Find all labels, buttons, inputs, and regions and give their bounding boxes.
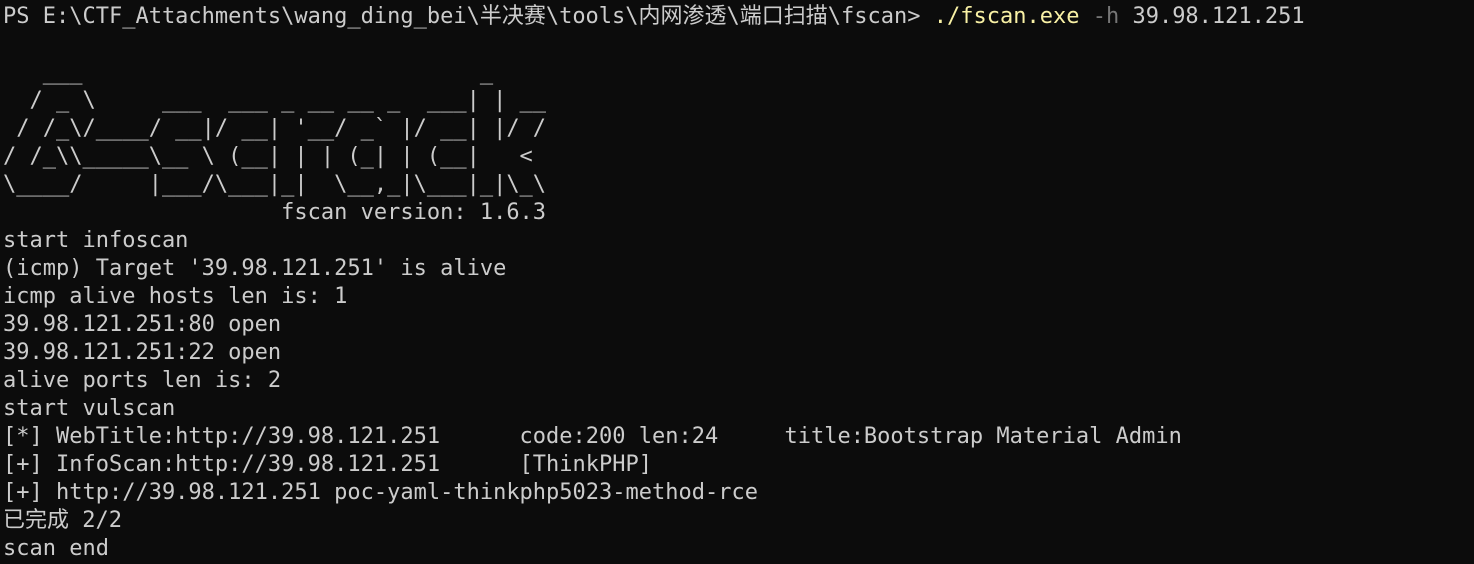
output-line: [+] InfoScan:http://39.98.121.251 [Think… — [3, 452, 653, 477]
banner-line: \____/ |___/\___|_| \__,_|\___|_|\_\ — [3, 172, 547, 197]
command-flag: -h — [1092, 4, 1120, 29]
output-line: start vulscan — [3, 396, 176, 421]
banner-line: / /_\/____/ __|/ __| '__/ _` |/ __| |/ / — [3, 116, 547, 141]
ascii-banner: ___ _ / _ \ ___ ___ _ __ __ _ ___| | __ … — [3, 59, 1474, 227]
banner-line: / /_\\_____\__ \ (__| | | (_| | (__| < — [3, 144, 533, 169]
output-line: (icmp) Target '39.98.121.251' is alive — [3, 256, 507, 281]
banner-line: / _ \ ___ ___ _ __ __ _ ___| | __ — [3, 88, 547, 113]
output-line: 39.98.121.251:22 open — [3, 340, 282, 365]
output-line: [+] http://39.98.121.251 poc-yaml-thinkp… — [3, 480, 758, 505]
terminal-window[interactable]: PS E:\CTF_Attachments\wang_ding_bei\半决赛\… — [0, 0, 1474, 564]
output-line: 39.98.121.251:80 open — [3, 312, 282, 337]
scan-output: start infoscan (icmp) Target '39.98.121.… — [3, 227, 1474, 563]
output-line: start infoscan — [3, 228, 189, 253]
output-line: icmp alive hosts len is: 1 — [3, 284, 348, 309]
banner-version-line: fscan version: 1.6.3 — [3, 200, 547, 225]
command-line: PS E:\CTF_Attachments\wang_ding_bei\半决赛\… — [3, 3, 1474, 31]
output-line: alive ports len is: 2 — [3, 368, 282, 393]
banner-line: ___ _ — [3, 60, 494, 85]
output-line: [*] WebTitle:http://39.98.121.251 code:2… — [3, 424, 1182, 449]
output-line: scan end — [3, 536, 109, 561]
output-line: 已完成 2/2 — [3, 508, 122, 533]
command-argument: 39.98.121.251 — [1132, 4, 1305, 29]
command-name: ./fscan.exe — [933, 4, 1080, 29]
prompt-path: PS E:\CTF_Attachments\wang_ding_bei\半决赛\… — [3, 4, 934, 29]
